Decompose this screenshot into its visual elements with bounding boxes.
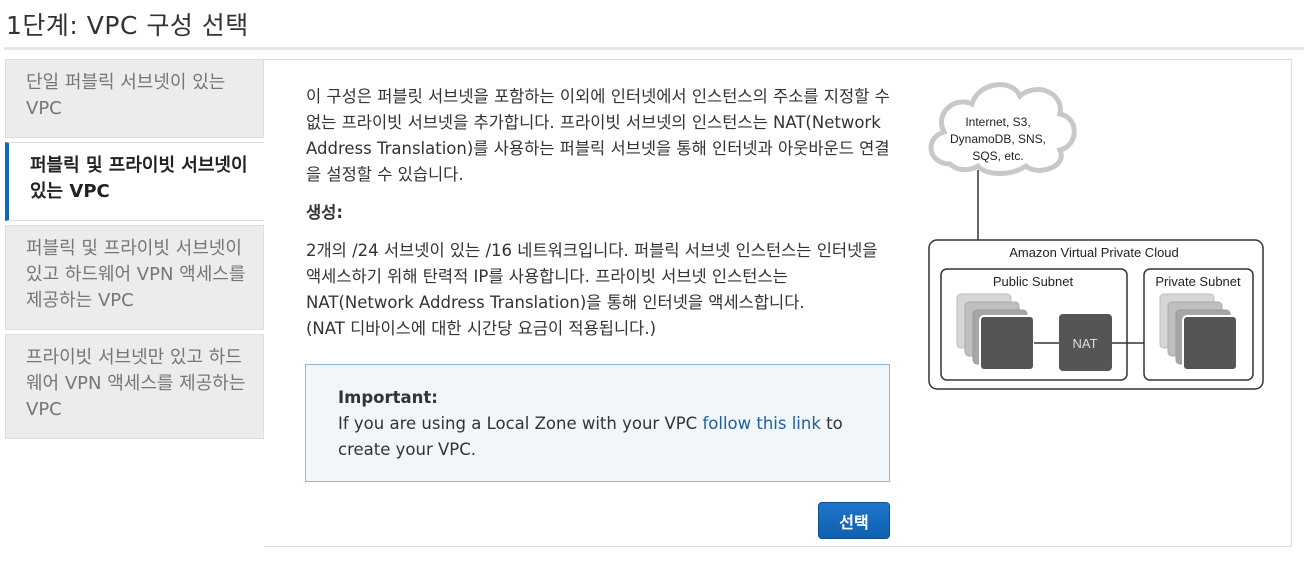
follow-link[interactable]: follow this link	[702, 414, 820, 433]
vpc-architecture-diagram: Internet, S3, DynamoDB, SNS, SQS, etc. A…	[928, 82, 1264, 390]
page-title: 1단계: VPC 구성 선택	[6, 11, 249, 40]
private-subnet-label: Private Subnet	[1155, 274, 1241, 289]
cloud-label-line3: SQS, etc.	[972, 149, 1023, 163]
create-text: 2개의 /24 서브넷이 있는 /16 네트워크입니다. 퍼블릭 서브넷 인스턴…	[306, 241, 878, 312]
config-description: 이 구성은 퍼블릿 서브넷을 포함하는 이외에 인터넷에서 인스턴스의 주소를 …	[306, 84, 896, 342]
sidebar-item-single-public-subnet[interactable]: 단일 퍼블릭 서브넷이 있는 VPC	[5, 59, 264, 138]
cloud-label-line1: Internet, S3,	[965, 115, 1030, 129]
sidebar-item-private-vpn-only[interactable]: 프라이빗 서브넷만 있고 하드웨어 VPN 액세스를 제공하는 VPC	[5, 334, 264, 439]
nat-label: NAT	[1072, 336, 1097, 351]
title-divider	[4, 47, 1304, 50]
important-text: If you are using a Local Zone with your …	[338, 411, 857, 463]
description-text: 이 구성은 퍼블릿 서브넷을 포함하는 이외에 인터넷에서 인스턴스의 주소를 …	[306, 87, 890, 184]
important-text-before: If you are using a Local Zone with your …	[338, 414, 703, 433]
vpc-config-sidebar: 단일 퍼블릭 서브넷이 있는 VPC 퍼블릭 및 프라이빗 서브넷이 있는 VP…	[5, 59, 264, 443]
vpc-label: Amazon Virtual Private Cloud	[1009, 245, 1179, 260]
cloud-label-line2: DynamoDB, SNS,	[950, 132, 1046, 146]
create-label: 생성:	[306, 203, 343, 222]
important-notice: Important: If you are using a Local Zone…	[305, 364, 890, 482]
select-button[interactable]: 선택	[818, 502, 890, 539]
public-subnet-label: Public Subnet	[993, 274, 1074, 289]
sidebar-item-public-private-vpn[interactable]: 퍼블릭 및 프라이빗 서브넷이 있고 하드웨어 VPN 액세스를 제공하는 VP…	[5, 225, 264, 330]
create-note: (NAT 디바이스에 대한 시간당 요금이 적용됩니다.)	[306, 319, 657, 338]
important-title: Important:	[338, 388, 438, 407]
sidebar-item-public-private-subnets[interactable]: 퍼블릭 및 프라이빗 서브넷이 있는 VPC	[5, 142, 264, 221]
